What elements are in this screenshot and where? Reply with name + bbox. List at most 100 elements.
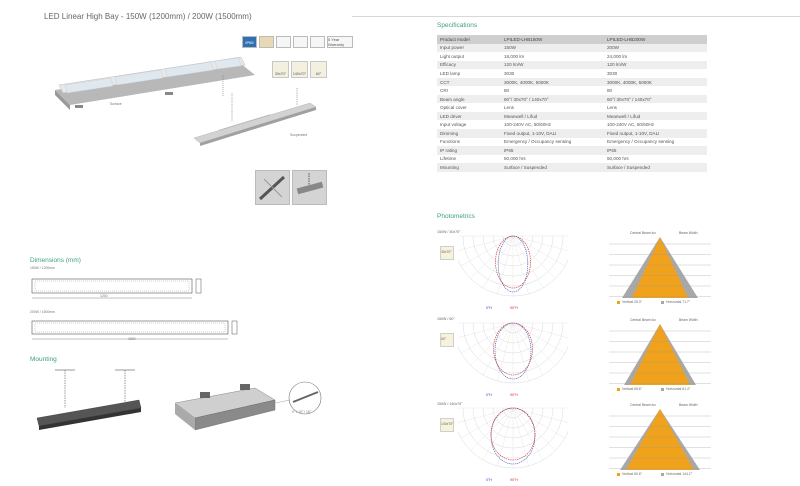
spec-value: 3000K, 4000K, 5000K: [501, 77, 604, 87]
polar-legend-0: 0°H: [486, 478, 493, 482]
spec-value: 80: [604, 86, 707, 95]
spec-value: Lens: [604, 103, 707, 112]
polar-legend-90: 90°H: [510, 478, 519, 482]
beam-title-lux: Central Beam lux: [630, 231, 657, 235]
spec-label: Dimming: [437, 129, 501, 138]
polar-diagram: [458, 407, 568, 469]
spec-row: CRI 80 80: [437, 86, 707, 95]
spec-value: 18,000 lm: [501, 52, 604, 61]
spec-body: Input power 150W 200W Light output 18,000 lm…: [437, 43, 707, 172]
dimension-1500-length: 1500: [128, 337, 136, 341]
spec-header-label: Product model: [437, 35, 501, 44]
beam-option-30x70: 30x70°: [272, 61, 289, 78]
spec-value: 120 lm/W: [501, 60, 604, 70]
mounting-diagram-suspended: [36, 369, 142, 430]
dimension-variant-2-label: 200W / 1500mm: [30, 310, 55, 314]
beam-cone-diagram: [609, 237, 711, 304]
spec-label: Functions: [437, 137, 501, 147]
detail-thumb-1: [255, 170, 290, 205]
polar-legend-0: 0°H: [486, 393, 493, 397]
beam-title-lux: Central Beam lux: [630, 318, 657, 322]
polar-diagram: [458, 235, 568, 297]
spec-row: Efficacy 120 lm/W 120 lm/W: [437, 60, 707, 70]
spec-value: 100-240V AC, 50/60Hz: [604, 120, 707, 130]
spec-row: Beam angle 60°/ 30x70° / 140x70° 60°/ 30x7…: [437, 94, 707, 104]
photometrics-heading: Photometrics: [437, 213, 475, 220]
specifications-heading: Specifications: [437, 22, 478, 29]
spec-label: Beam angle: [437, 94, 501, 104]
spec-value: Surface / Suspended: [501, 163, 604, 172]
spec-row: Dimming Fixed output, 1-10V, DALI Fixed ou…: [437, 129, 707, 138]
spec-row: Input power 150W 200W: [437, 43, 707, 53]
warranty-icon: 5 Year Warranty: [327, 36, 353, 48]
photometric-chip-label: 140x70°: [441, 422, 454, 426]
spec-value: Lens: [501, 103, 604, 112]
spec-value: Meanwell / Lifud: [501, 111, 604, 121]
spec-label: Optical cover: [437, 103, 501, 112]
spec-value: IP65: [604, 146, 707, 155]
sensor-icon: [293, 36, 308, 48]
spec-row: Lifetime 50,000 hrs 50,000 hrs: [437, 154, 707, 164]
spec-value: 3000K, 4000K, 5000K: [604, 77, 707, 87]
spec-value: 50,000 hrs: [604, 154, 707, 164]
header-divider: [352, 16, 800, 17]
spec-row: Mounting Surface / Suspended Surface / Sus…: [437, 163, 707, 172]
beam-options: 30x70° 140x70° 60°: [272, 61, 327, 78]
mounting-heading: Mounting: [30, 356, 57, 363]
spec-label: LED driver: [437, 111, 501, 121]
spec-value: 60°/ 30x70° / 140x70°: [604, 94, 707, 104]
beam-title-width: Beam Width: [679, 403, 698, 407]
beam-legend-vertical: Vertical 65.6°: [622, 387, 643, 391]
page-title: LED Linear High Bay - 150W (1200mm) / 20…: [44, 12, 252, 21]
spec-label: Mounting: [437, 163, 501, 172]
spec-row: Input voltage 100-240V AC, 50/60Hz 100-240…: [437, 120, 707, 130]
polar-diagram: [458, 322, 568, 384]
spec-value: Surface / Suspended: [604, 163, 707, 172]
spec-label: CRI: [437, 86, 501, 95]
beam-cone-diagram: [609, 324, 711, 391]
beam-legend-vertical: Vertical 25.3°: [622, 300, 643, 304]
beam-title-width: Beam Width: [679, 318, 698, 322]
beam-cone-diagram: [609, 409, 711, 476]
spec-label: Light output: [437, 52, 501, 61]
spec-value: IP65: [501, 146, 604, 155]
spec-value: 80: [501, 86, 604, 95]
polar-legend-90: 90°H: [510, 306, 519, 310]
spec-row: LED driver Meanwell / Lifud Meanwell / Lif…: [437, 111, 707, 121]
spec-header-row: Product model LPILED-LHB150W LPILED-LHB2…: [437, 35, 707, 44]
spec-label: Efficacy: [437, 60, 501, 70]
feature-icons: IP65 5 Year Warranty: [242, 36, 353, 48]
spec-row: CCT 3000K, 4000K, 5000K 3000K, 4000K, 5000…: [437, 77, 707, 87]
spec-value: Emergency / Occupancy sensing: [501, 137, 604, 147]
photometric-chip-label: 60°: [441, 337, 447, 341]
cct-icon: [259, 36, 274, 48]
photometric-chip-label: 30x70°: [441, 250, 452, 254]
dimension-1200-length: 1200: [100, 294, 108, 298]
spec-value: 200W: [604, 43, 707, 53]
spec-row: Functions Emergency / Occupancy sensing Em…: [437, 137, 707, 147]
emergency-icon: [310, 36, 325, 48]
ip65-icon: IP65: [242, 36, 257, 48]
spec-value: 24,000 lm: [604, 52, 707, 61]
specifications-table: Product model LPILED-LHB150W LPILED-LHB2…: [437, 35, 707, 172]
spec-value: 50,000 hrs: [501, 154, 604, 164]
spec-row: Optical cover Lens Lens: [437, 103, 707, 112]
spec-value: 60°/ 30x70° / 140x70°: [501, 94, 604, 104]
spec-row: Light output 18,000 lm 24,000 lm: [437, 52, 707, 61]
product-image-suspended: [193, 88, 317, 146]
caption-suspended: Suspended: [290, 133, 308, 137]
mounting-angles: 0° / 10° / 15°: [292, 410, 312, 414]
spec-value: Fixed output, 1-10V, DALI: [501, 129, 604, 138]
dimension-drawing-1200: [31, 278, 202, 299]
spec-label: LED lamp: [437, 69, 501, 78]
spec-value: 150W: [501, 43, 604, 53]
dimensions-heading: Dimensions (mm): [30, 257, 81, 264]
dimming-icon: [276, 36, 291, 48]
spec-header-model-2: LPILED-LHB200W: [604, 35, 707, 44]
spec-header-model-1: LPILED-LHB150W: [501, 35, 604, 44]
spec-label: IP rating: [437, 146, 501, 155]
spec-label: Input power: [437, 43, 501, 53]
beam-option-60: 60°: [310, 61, 327, 78]
photometric-label: 150W / 60°: [437, 317, 455, 321]
beam-legend-horizontal: Horizontal 71.7°: [666, 300, 691, 304]
